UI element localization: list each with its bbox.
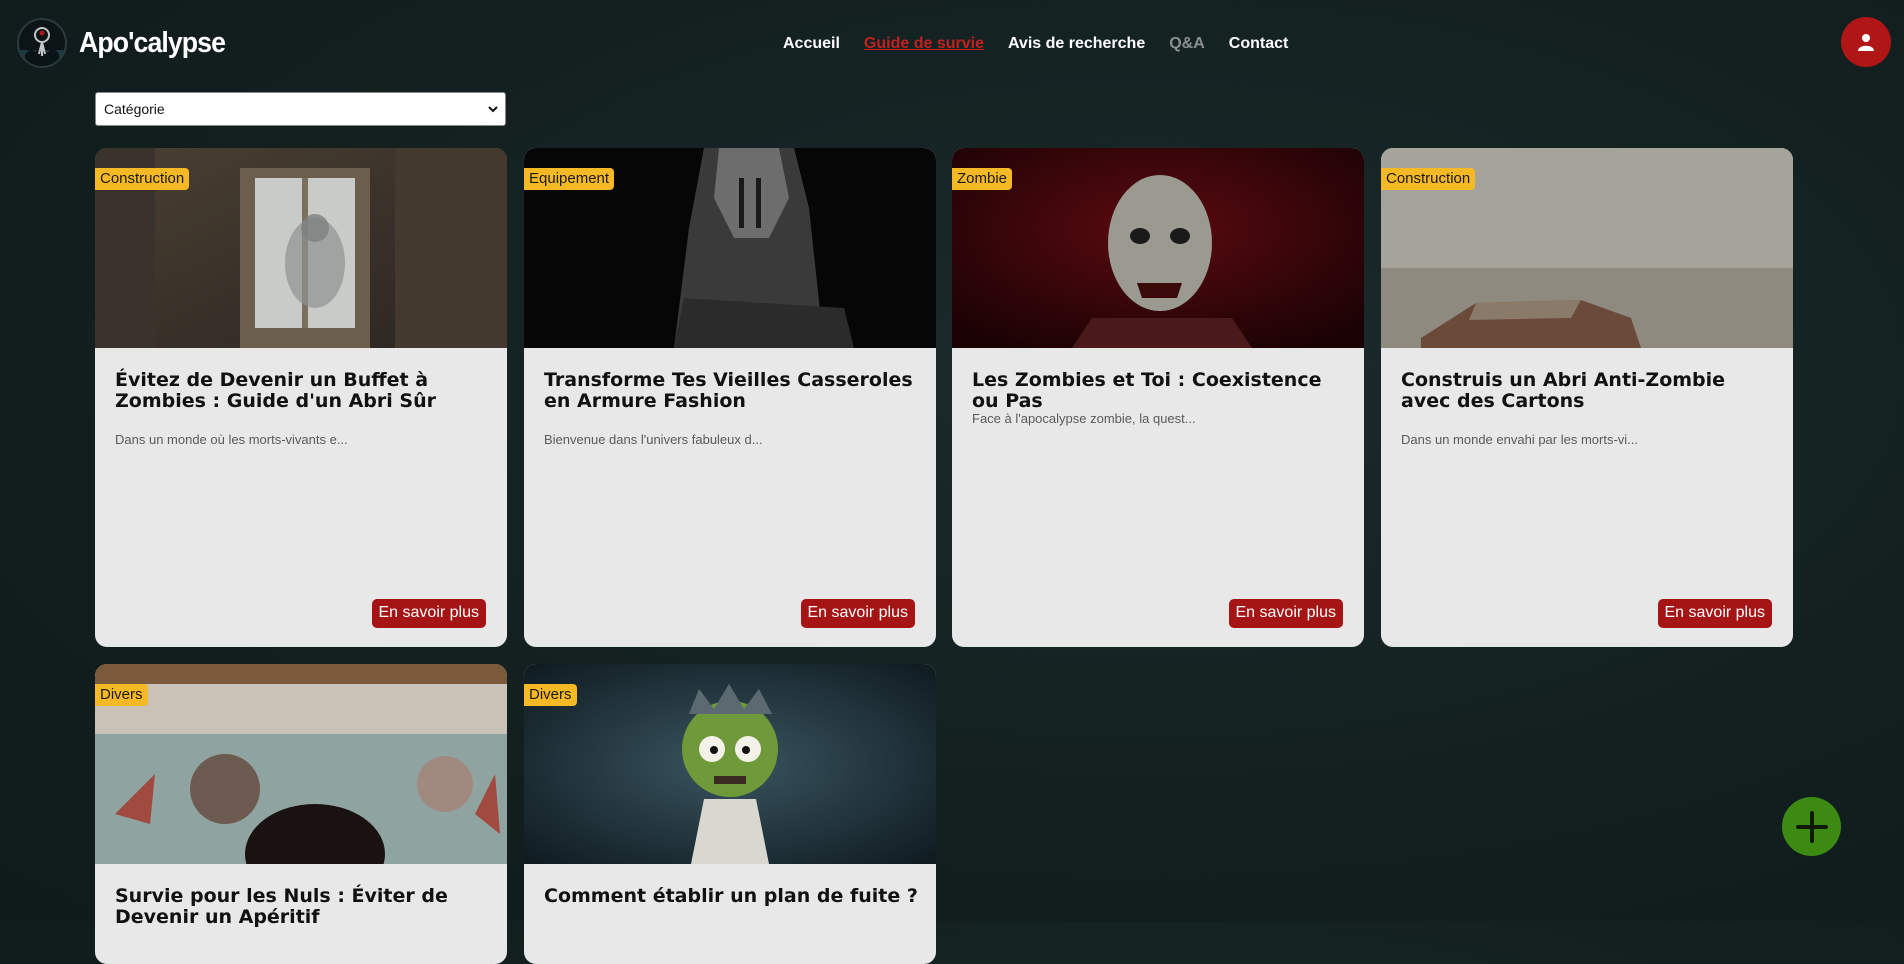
article-excerpt: Face à l'apocalypse zombie, la quest... (972, 411, 1196, 426)
read-more-button[interactable]: En savoir plus (800, 599, 915, 628)
article-title: Construis un Abri Anti-Zombie avec des C… (1401, 369, 1726, 412)
brand-logo[interactable]: Apo'calypse (17, 18, 238, 68)
article-image (524, 664, 936, 864)
category-badge: Divers (95, 684, 148, 706)
nav-link-accueil[interactable]: Accueil (783, 35, 840, 53)
nav-link-contact[interactable]: Contact (1229, 35, 1289, 53)
nav-link-avis-de-recherche[interactable]: Avis de recherche (1008, 35, 1145, 53)
category-select[interactable]: Catégorie (95, 92, 506, 126)
brand-name: Apo'calypse (79, 26, 226, 59)
article-card: Divers Survie pour les Nuls : Éviter de … (95, 664, 507, 964)
article-card: Zombie Les Zombies et Toi : Coexistence … (952, 148, 1364, 647)
article-title: Les Zombies et Toi : Coexistence ou Pas (972, 369, 1322, 412)
article-card: Divers Comment établir un plan de fuite … (524, 664, 936, 964)
category-select-value: Catégorie (104, 101, 165, 117)
article-title: Comment établir un plan de fuite ? (544, 885, 918, 907)
read-more-button[interactable]: En savoir plus (1228, 599, 1343, 628)
article-excerpt: Bienvenue dans l'univers fabuleux d... (544, 432, 763, 447)
article-title: Transforme Tes Vieilles Casseroles en Ar… (544, 369, 913, 412)
article-excerpt: Dans un monde où les morts-vivants e... (115, 432, 348, 447)
category-badge: Divers (524, 684, 577, 706)
top-navbar: Apo'calypse Accueil Guide de survie Avis… (0, 0, 1904, 90)
plus-icon (1795, 810, 1828, 843)
read-more-button[interactable]: En savoir plus (1657, 599, 1772, 628)
category-badge: Equipement (524, 168, 615, 190)
article-card: Equipement Transforme Tes Vieilles Casse… (524, 148, 936, 647)
logo-emblem-icon (17, 18, 67, 68)
article-card: Construction Construis un Abri Anti-Zomb… (1381, 148, 1793, 647)
category-badge: Zombie (952, 168, 1013, 190)
nav-link-qa[interactable]: Q&A (1169, 35, 1205, 53)
article-title: Survie pour les Nuls : Éviter de Devenir… (115, 885, 448, 928)
chevron-down-icon (488, 106, 498, 113)
profile-button[interactable] (1841, 17, 1891, 67)
category-badge: Construction (95, 168, 190, 190)
add-article-button[interactable] (1782, 797, 1841, 856)
category-badge: Construction (1381, 168, 1476, 190)
read-more-button[interactable]: En savoir plus (371, 599, 486, 628)
nav-link-guide-de-survie[interactable]: Guide de survie (864, 35, 984, 53)
article-image (952, 148, 1364, 348)
user-icon (1858, 34, 1874, 51)
article-image (95, 664, 507, 864)
article-card: Construction Évitez de Devenir un Buffet… (95, 148, 507, 647)
article-title: Évitez de Devenir un Buffet à Zombies : … (115, 369, 436, 412)
article-excerpt: Dans un monde envahi par les morts-vi... (1401, 432, 1638, 447)
